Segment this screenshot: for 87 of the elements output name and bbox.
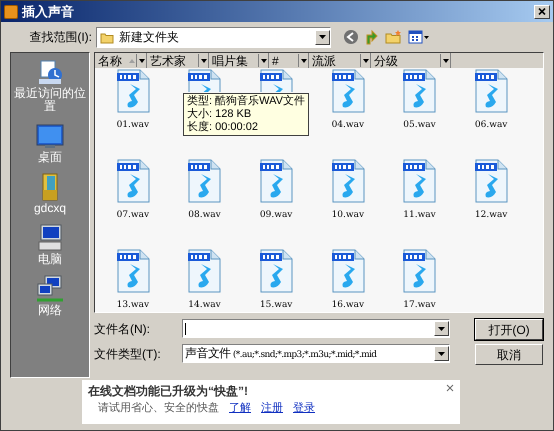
sidebar-item[interactable]: 最近访问的位置 <box>11 57 89 113</box>
tooltip-text: 类型: 酷狗音乐WAV文件 <box>187 95 305 108</box>
banner-title: 在线文档功能已升级为“快盘”! <box>88 383 248 400</box>
field-label: 文件类型(T): <box>94 346 162 362</box>
file-item[interactable]: 01.wav <box>97 69 169 151</box>
tooltip-text: 长度: 00:00:02 <box>187 121 259 134</box>
field-label: 文件名(N): <box>94 320 151 338</box>
dropdown-button[interactable] <box>315 30 330 44</box>
sidebar-item[interactable]: 桌面 <box>11 121 89 164</box>
open-button[interactable]: 打开(O) <box>475 319 543 340</box>
column-header[interactable]: 唱片集 <box>209 53 269 68</box>
back-icon[interactable] <box>343 29 359 45</box>
view-menu-icon[interactable] <box>408 29 430 45</box>
audio-file-icon <box>330 249 365 293</box>
audio-file-icon <box>474 159 508 203</box>
audio-file-icon <box>116 159 150 203</box>
audio-file-icon <box>402 249 436 293</box>
cancel-button[interactable]: 取消 <box>475 344 543 365</box>
file-item[interactable]: 15.wav <box>240 249 312 312</box>
window-title: 插入声音 <box>22 2 75 21</box>
app-icon <box>4 4 18 18</box>
column-dropdown[interactable] <box>360 54 370 67</box>
column-dropdown[interactable] <box>440 54 450 67</box>
audio-file-icon <box>116 69 150 113</box>
caret-icon <box>300 58 306 62</box>
folder-icon <box>100 30 114 44</box>
close-button[interactable] <box>534 4 550 18</box>
column-dropdown[interactable] <box>136 54 146 67</box>
file-item[interactable]: 11.wav <box>384 159 456 241</box>
caret-icon <box>442 58 448 62</box>
caret-icon <box>260 58 266 62</box>
audio-file-icon <box>259 159 294 203</box>
file-item[interactable]: 10.wav <box>312 159 384 241</box>
audio-file-icon <box>259 69 294 92</box>
file-item[interactable]: 06.wav <box>455 69 527 151</box>
audio-file-icon <box>116 249 150 293</box>
audio-file-icon <box>187 249 222 293</box>
field-label: 查找范围(I): <box>28 29 93 46</box>
column-dropdown[interactable] <box>198 54 208 67</box>
audio-file-icon <box>259 249 294 293</box>
audio-file-icon <box>187 159 222 203</box>
file-item[interactable]: 14.wav <box>168 249 240 312</box>
close-icon[interactable] <box>446 384 454 392</box>
sidebar-item[interactable]: gdcxq <box>11 172 89 215</box>
file-type-dropdown[interactable]: 声音文件 (*.au;*.snd;*.mp3;*.m3u;*.mid;*.mid <box>182 344 450 363</box>
file-item[interactable]: 09.wav <box>240 159 312 241</box>
audio-file-icon <box>474 69 508 113</box>
dropdown-button[interactable] <box>434 321 449 336</box>
column-header[interactable]: # <box>269 53 309 68</box>
banner-link[interactable]: 注册 <box>261 400 283 416</box>
column-header[interactable]: 分级 <box>371 53 451 68</box>
caret-icon <box>437 350 446 356</box>
sort-arrow-icon <box>128 58 136 64</box>
audio-file-icon <box>330 69 365 113</box>
look-in-dropdown[interactable]: 新建文件夹 <box>96 26 331 48</box>
file-item[interactable]: 13.wav <box>97 249 169 312</box>
audio-file-icon <box>402 69 436 113</box>
close-icon <box>538 8 546 15</box>
caret-icon <box>362 58 368 62</box>
banner-link[interactable]: 登录 <box>293 400 315 416</box>
column-header[interactable]: 艺术家 <box>147 53 209 68</box>
file-item[interactable]: 17.wav <box>384 249 456 312</box>
file-item[interactable]: 08.wav <box>168 159 240 241</box>
caret-icon <box>437 326 446 332</box>
column-header[interactable]: 名称 <box>95 53 147 68</box>
dropdown-button[interactable] <box>434 346 449 361</box>
column-header[interactable]: 流派 <box>309 53 371 68</box>
file-name-field[interactable] <box>182 319 450 338</box>
file-item[interactable]: 12.wav <box>455 159 527 241</box>
sidebar-item[interactable]: 网络 <box>11 274 89 317</box>
caret-icon <box>318 34 327 40</box>
sidebar-item[interactable]: 电脑 <box>11 223 89 266</box>
audio-file-icon <box>187 69 222 92</box>
file-item[interactable]: 04.wav <box>312 69 384 151</box>
caret-icon <box>138 58 144 62</box>
file-item[interactable]: 07.wav <box>97 159 169 241</box>
banner-link[interactable]: 了解 <box>229 400 251 416</box>
file-item[interactable]: 05.wav <box>384 69 456 151</box>
column-dropdown[interactable] <box>298 54 308 67</box>
audio-file-icon <box>330 159 365 203</box>
file-item[interactable]: 16.wav <box>312 249 384 312</box>
audio-file-icon <box>402 159 436 203</box>
column-dropdown[interactable] <box>258 54 268 67</box>
network-computers-icon <box>35 274 65 304</box>
banner-text: 请试用省心、安全的快盘 <box>98 400 219 416</box>
tooltip-text: 大小: 128 KB <box>187 108 252 120</box>
caret-icon <box>200 58 206 62</box>
